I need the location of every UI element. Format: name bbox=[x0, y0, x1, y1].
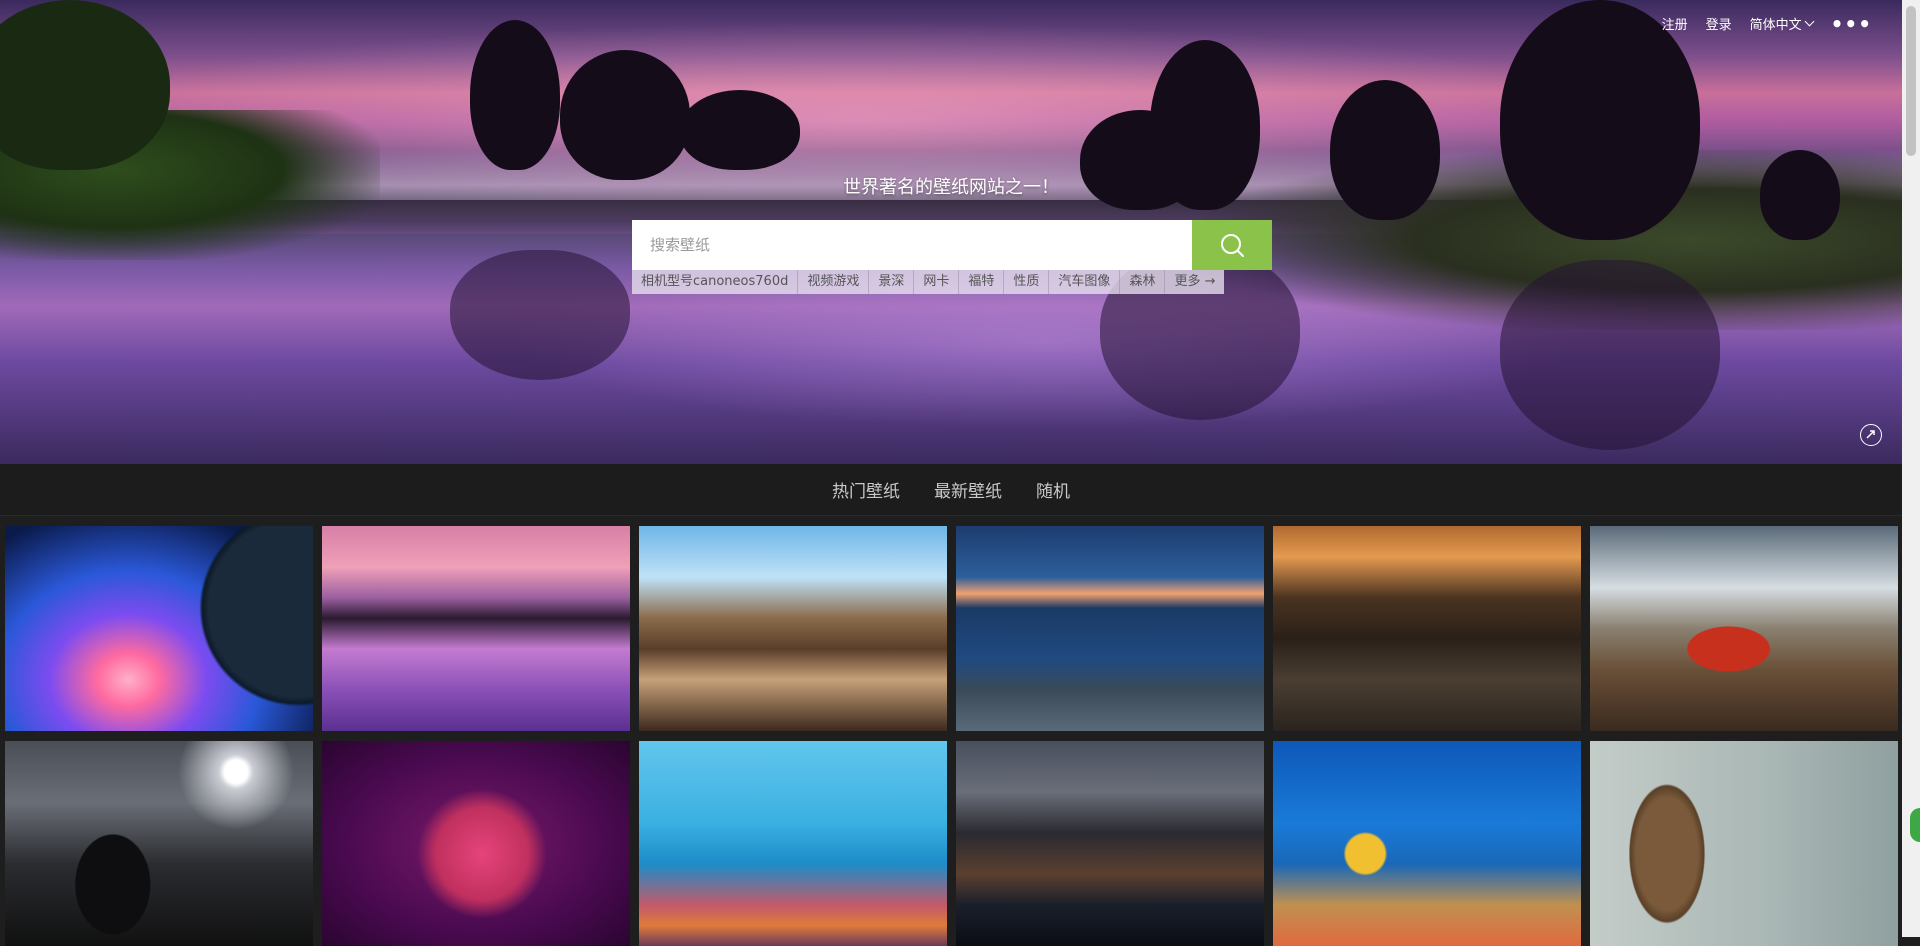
more-menu-icon[interactable]: ••• bbox=[1831, 14, 1872, 34]
tag-link[interactable]: 视频游戏 bbox=[798, 270, 870, 294]
tag-link[interactable]: 森林 bbox=[1120, 270, 1166, 294]
wallpaper-thumbnail-city-skyline-night[interactable] bbox=[956, 741, 1264, 946]
top-nav: 注册 登录 简体中文 ••• bbox=[1662, 14, 1872, 34]
tab-random[interactable]: 随机 bbox=[1036, 477, 1070, 502]
wallpaper-thumbnail-anime-fantasy-town[interactable] bbox=[639, 526, 947, 731]
wallpaper-thumbnail-red-car-on-dirt[interactable] bbox=[1590, 526, 1898, 731]
search-input[interactable] bbox=[632, 220, 1192, 270]
language-label: 简体中文 bbox=[1749, 18, 1802, 33]
tag-link[interactable]: 网卡 bbox=[914, 270, 960, 294]
register-link[interactable]: 注册 bbox=[1662, 14, 1688, 33]
side-widget-button[interactable] bbox=[1910, 808, 1920, 842]
wallpaper-thumbnail-dark-woman-moonlight[interactable] bbox=[5, 741, 313, 946]
wallpaper-thumbnail-anime-girl-pink-hair[interactable] bbox=[322, 741, 630, 946]
hero-slogan: 世界著名的壁纸网站之一！ bbox=[843, 177, 1059, 198]
tab-latest[interactable]: 最新壁纸 bbox=[934, 477, 1002, 502]
hero-tree bbox=[560, 50, 690, 180]
wallpaper-thumbnail-purple-lake-sunset[interactable] bbox=[322, 526, 630, 731]
wallpaper-grid bbox=[5, 526, 1901, 946]
more-tags-link[interactable]: 更多 → bbox=[1165, 270, 1225, 294]
search-icon bbox=[1221, 234, 1244, 257]
wallpaper-thumbnail-railway-through-forest[interactable] bbox=[1273, 526, 1581, 731]
tag-link[interactable]: 汽车图像 bbox=[1049, 270, 1121, 294]
language-selector[interactable]: 简体中文 bbox=[1749, 14, 1815, 33]
hero-tree bbox=[680, 90, 800, 170]
tag-link[interactable]: 相机型号canoneos760d bbox=[632, 270, 799, 294]
hero-reflection bbox=[1500, 260, 1720, 450]
popular-tags: 相机型号canoneos760d 视频游戏 景深 网卡 福特 性质 汽车图像 森林 更多 → bbox=[632, 270, 1225, 294]
tag-link[interactable]: 性质 bbox=[1004, 270, 1050, 294]
hero-tree bbox=[1500, 0, 1700, 240]
scrollbar-thumb[interactable] bbox=[1906, 6, 1916, 156]
wallpaper-thumbnail-underwater-coral-fish[interactable] bbox=[639, 741, 947, 946]
refresh-wallpaper-icon[interactable] bbox=[1860, 424, 1882, 446]
page-scrollbar[interactable] bbox=[1902, 0, 1920, 937]
hero-banner: 注册 登录 简体中文 ••• 世界著名的壁纸网站之一！ 相机型号canoneos… bbox=[0, 0, 1902, 464]
login-link[interactable]: 登录 bbox=[1706, 14, 1732, 33]
search-button[interactable] bbox=[1192, 220, 1272, 270]
wallpaper-thumbnail-space-planet-nebula[interactable] bbox=[5, 526, 313, 731]
hero-reflection bbox=[450, 250, 630, 380]
tag-link[interactable]: 福特 bbox=[959, 270, 1005, 294]
search-bar bbox=[632, 220, 1272, 270]
wallpaper-thumbnail-old-wooden-boat[interactable] bbox=[1590, 741, 1898, 946]
tab-popular[interactable]: 热门壁纸 bbox=[832, 477, 900, 502]
category-tabs: 热门壁纸 最新壁纸 随机 bbox=[0, 464, 1902, 516]
tag-link[interactable]: 景深 bbox=[869, 270, 915, 294]
wallpaper-thumbnail-blue-sea-rocky-shore[interactable] bbox=[956, 526, 1264, 731]
hero-tree bbox=[1330, 80, 1440, 220]
wallpaper-thumbnail-coral-reef-tropical-fish[interactable] bbox=[1273, 741, 1581, 946]
chevron-down-icon bbox=[1804, 16, 1815, 27]
hero-tree bbox=[470, 20, 560, 170]
